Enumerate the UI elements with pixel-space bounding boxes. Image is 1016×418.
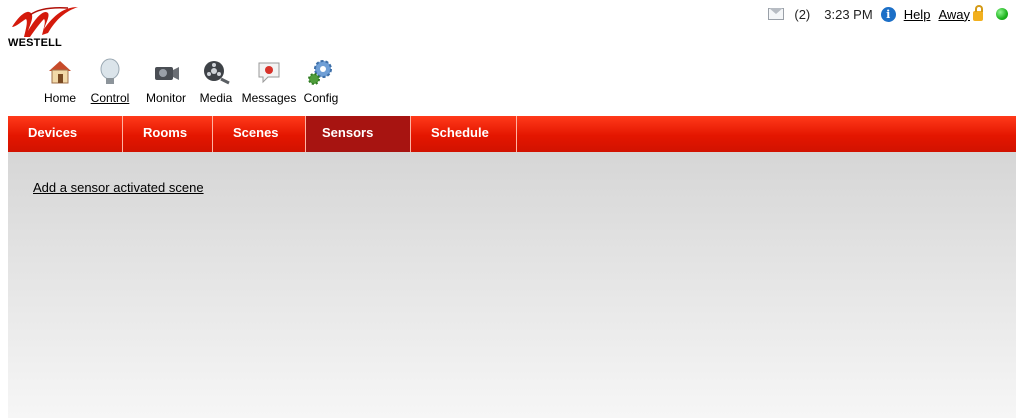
app-nav: Home Control Monitor Media Messages Conf… xyxy=(38,55,342,105)
camera-icon xyxy=(149,55,183,89)
app-control[interactable]: Control xyxy=(82,55,138,105)
info-icon[interactable]: i xyxy=(880,6,896,22)
help-link[interactable]: Help xyxy=(904,7,931,22)
tab-sensors[interactable]: Sensors xyxy=(306,116,411,152)
westell-logo: WESTELL xyxy=(8,5,88,49)
home-icon xyxy=(43,55,77,89)
app-media[interactable]: Media xyxy=(194,55,238,105)
app-label: Monitor xyxy=(145,91,186,105)
app-label: Messages xyxy=(241,91,297,105)
tab-devices[interactable]: Devices xyxy=(8,116,123,152)
bulb-icon xyxy=(93,55,127,89)
app-messages[interactable]: Messages xyxy=(238,55,300,105)
mail-icon[interactable] xyxy=(768,8,785,20)
app-monitor[interactable]: Monitor xyxy=(138,55,194,105)
tab-scenes[interactable]: Scenes xyxy=(213,116,306,152)
tab-rooms[interactable]: Rooms xyxy=(123,116,213,152)
logo-mark-icon xyxy=(12,7,78,37)
main-content: Add a sensor activated scene xyxy=(8,152,1016,418)
logo-text: WESTELL xyxy=(8,37,62,49)
app-label: Home xyxy=(43,91,76,105)
gears-icon xyxy=(304,55,338,89)
lock-icon xyxy=(973,5,983,21)
app-config[interactable]: Config xyxy=(300,55,342,105)
tab-bar: Devices Rooms Scenes Sensors Schedule xyxy=(8,116,1016,152)
status-online-icon xyxy=(996,8,1008,20)
clock-time: 3:23 PM xyxy=(824,6,873,22)
away-link[interactable]: Away xyxy=(938,7,970,22)
message-icon xyxy=(252,55,286,89)
app-label: Config xyxy=(303,91,339,105)
add-sensor-scene-link[interactable]: Add a sensor activated scene xyxy=(33,180,204,195)
film-reel-icon xyxy=(199,55,233,89)
tab-schedule[interactable]: Schedule xyxy=(411,116,517,152)
message-count: (2) xyxy=(794,6,811,22)
app-label: Control xyxy=(90,91,130,105)
app-label: Media xyxy=(199,91,233,105)
status-bar: (2) 3:23 PM i Help Away xyxy=(768,4,1008,24)
app-home[interactable]: Home xyxy=(38,55,82,105)
